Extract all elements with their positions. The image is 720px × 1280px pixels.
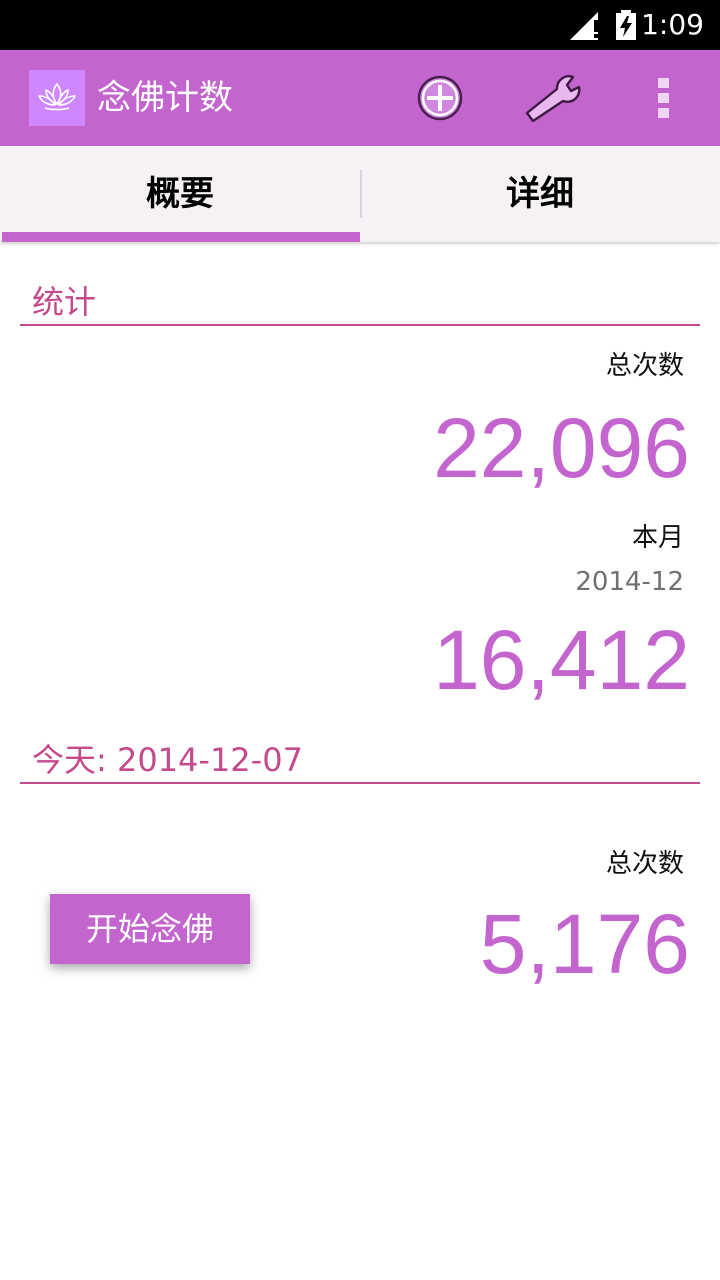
add-circle-icon <box>417 75 463 121</box>
start-chanting-button[interactable]: 开始念佛 <box>50 894 250 964</box>
overflow-menu-icon <box>658 78 669 118</box>
month-count-value: 16,412 <box>433 613 690 707</box>
month-date: 2014-12 <box>575 567 684 597</box>
tab-bar: 概要 详细 <box>0 146 720 242</box>
statistics-title: 统计 <box>32 283 97 321</box>
status-bar: 1:09 <box>0 0 720 50</box>
overflow-menu-button[interactable] <box>640 50 688 146</box>
wrench-icon <box>525 75 581 123</box>
tab-overview-label: 概要 <box>146 174 214 214</box>
total-count-value: 22,096 <box>433 401 690 495</box>
tab-selected-indicator <box>2 232 360 242</box>
tab-detail-label: 详细 <box>506 174 574 214</box>
signal-icon <box>570 12 598 40</box>
today-total-value: 5,176 <box>479 897 690 991</box>
month-label: 本月 <box>631 523 684 553</box>
status-time: 1:09 <box>641 8 704 41</box>
action-bar: 念佛计数 <box>0 50 720 146</box>
tab-detail[interactable]: 详细 <box>360 146 720 242</box>
statistics-header: 统计 <box>20 282 700 326</box>
total-count-label: 总次数 <box>605 351 684 381</box>
tab-overview[interactable]: 概要 <box>0 146 360 242</box>
app-title: 念佛计数 <box>97 78 233 118</box>
today-header: 今天: 2014-12-07 <box>20 740 700 784</box>
add-button[interactable] <box>408 50 472 146</box>
settings-button[interactable] <box>516 50 588 146</box>
lotus-icon <box>29 70 85 126</box>
today-title: 今天: 2014-12-07 <box>32 741 303 779</box>
today-total-label: 总次数 <box>605 849 684 879</box>
battery-charging-icon <box>616 10 636 40</box>
